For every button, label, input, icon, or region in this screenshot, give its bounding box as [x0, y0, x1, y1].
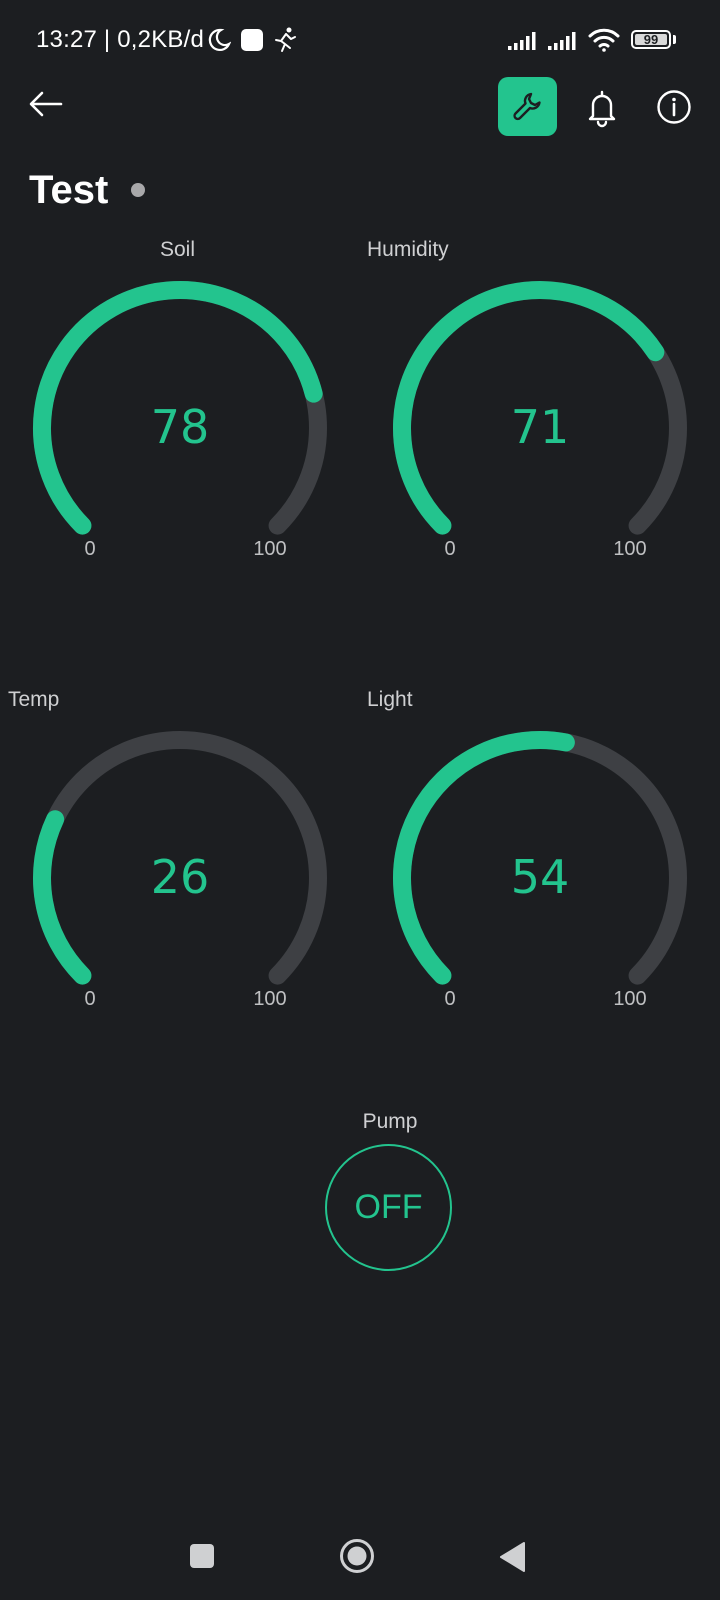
page-title: Test — [29, 168, 109, 212]
temp-gauge-label: Temp — [8, 688, 60, 711]
moon-icon — [208, 28, 231, 51]
recents-square-icon[interactable] — [190, 1544, 214, 1568]
home-circle-icon[interactable] — [339, 1538, 375, 1574]
soil-gauge-value: 78 — [150, 400, 210, 454]
back-arrow-icon[interactable] — [24, 82, 68, 126]
status-bar: 13:27 | 0,2KB/d 99 — [0, 0, 720, 80]
temp-gauge-max: 100 — [253, 988, 287, 1010]
device-status-dot — [131, 183, 145, 197]
wifi-icon — [588, 28, 620, 52]
light-gauge-min: 0 — [444, 988, 456, 1010]
battery-nub — [673, 35, 676, 44]
settings-wrench-button[interactable] — [498, 77, 557, 136]
temp-gauge-min: 0 — [84, 988, 96, 1010]
humidity-gauge-value: 71 — [510, 400, 570, 454]
temp-gauge-value: 26 — [150, 850, 210, 904]
bell-icon[interactable] — [584, 88, 620, 128]
runner-icon — [275, 27, 296, 52]
soil-gauge-max: 100 — [253, 538, 287, 560]
humidity-gauge-min: 0 — [444, 538, 456, 560]
light-gauge-label: Light — [367, 688, 413, 711]
pump-state: OFF — [354, 1188, 423, 1226]
signal-icon — [508, 32, 536, 50]
light-gauge-value: 54 — [510, 850, 570, 904]
info-icon[interactable] — [656, 89, 692, 125]
wrench-icon — [513, 92, 541, 121]
soil-gauge-min: 0 — [84, 538, 96, 560]
humidity-gauge-label: Humidity — [367, 238, 449, 261]
status-time-and-data-rate: 13:27 | 0,2KB/d — [36, 26, 205, 53]
humidity-gauge-max: 100 — [613, 538, 647, 560]
app-notification-icon — [241, 29, 263, 51]
battery-level: 99 — [643, 32, 659, 47]
soil-gauge-label: Soil — [160, 238, 196, 261]
signal-icon — [548, 32, 576, 50]
battery-icon: 99 — [631, 30, 671, 49]
temp-gauge-fill — [33, 810, 92, 985]
pump-toggle-button[interactable]: OFF — [325, 1144, 452, 1271]
pump-label: Pump — [362, 1110, 418, 1133]
back-triangle-icon[interactable] — [498, 1541, 528, 1573]
light-gauge-max: 100 — [613, 988, 647, 1010]
